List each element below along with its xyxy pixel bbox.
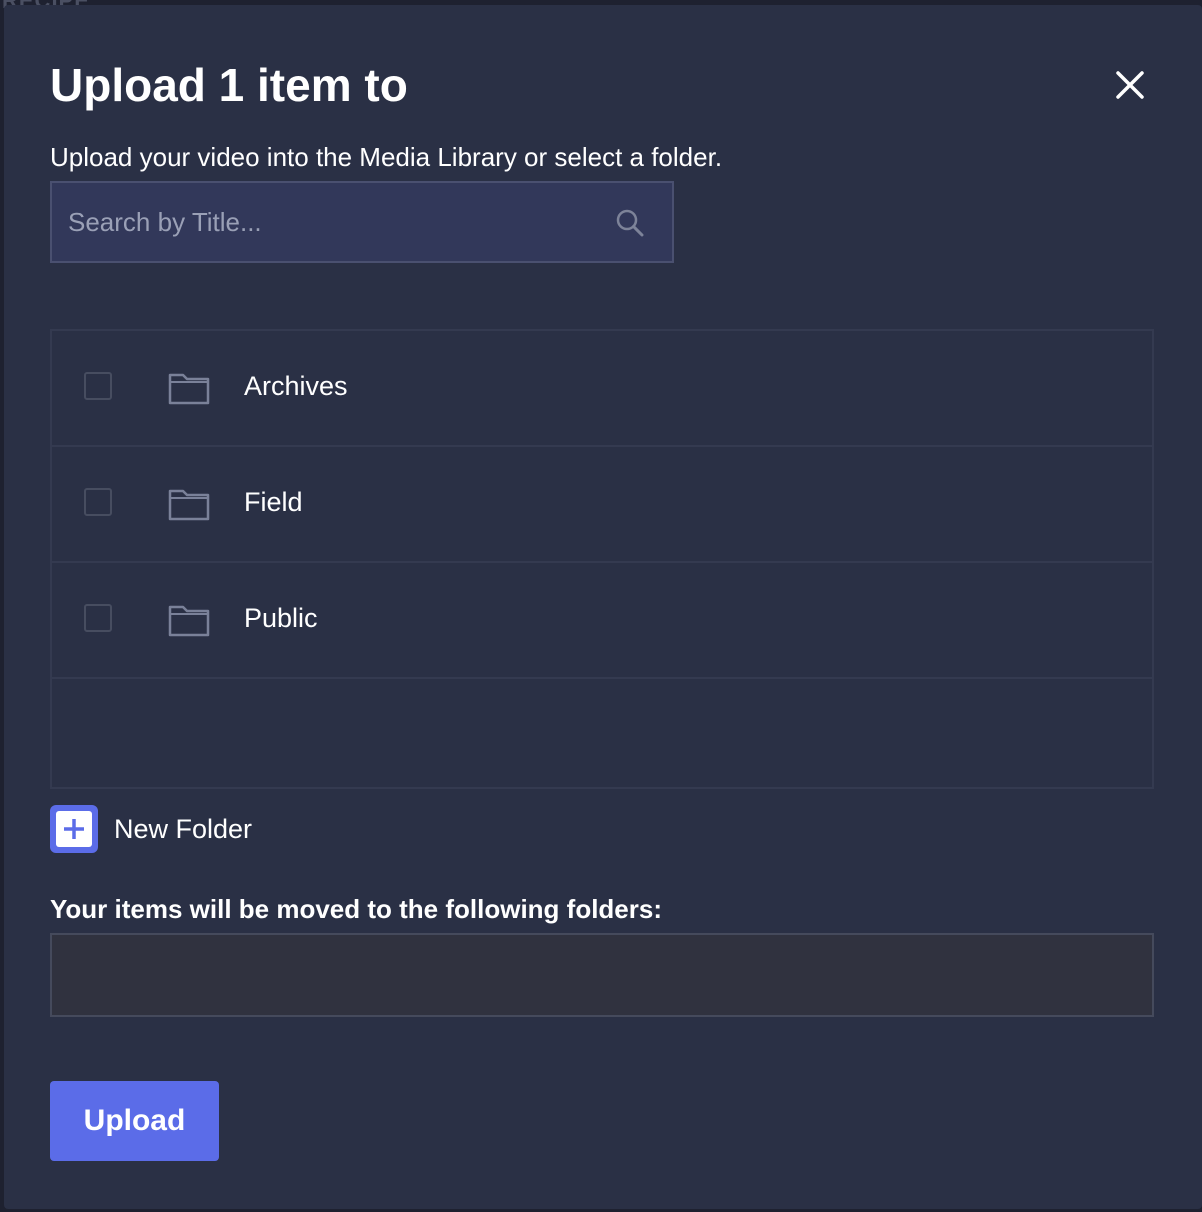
destination-folders-box [50,933,1154,1017]
folder-icon [168,605,210,637]
new-folder-label: New Folder [114,814,253,844]
new-folder-button[interactable]: New Folder [50,805,310,853]
folder-name: Field [244,487,303,517]
folder-row-archives[interactable]: Archives [52,331,1152,447]
close-button[interactable] [1110,65,1150,105]
folder-list: Archives Field Public [50,329,1154,789]
destination-label: Your items will be moved to the followin… [50,894,663,924]
search-icon[interactable] [614,207,646,239]
search-field [50,181,674,263]
folder-checkbox[interactable] [84,604,112,632]
folder-icon [168,489,210,521]
upload-modal: Upload 1 item to Upload your video into … [4,5,1202,1209]
modal-subtitle: Upload your video into the Media Library… [50,142,723,172]
search-input[interactable] [52,183,612,261]
plus-icon-box [50,805,98,853]
close-icon [1116,71,1144,99]
folder-icon [168,373,210,405]
folder-row-field[interactable]: Field [52,447,1152,563]
folder-checkbox[interactable] [84,372,112,400]
folder-row-public[interactable]: Public [52,563,1152,679]
folder-name: Archives [244,371,348,401]
folder-checkbox[interactable] [84,488,112,516]
plus-icon [56,811,92,847]
folder-name: Public [244,603,318,633]
modal-title: Upload 1 item to [50,59,408,111]
upload-button[interactable]: Upload [50,1081,219,1161]
